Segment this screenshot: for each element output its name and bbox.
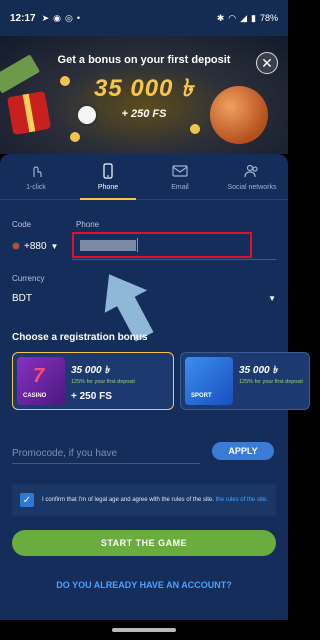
telegram-icon: ➤ — [41, 12, 50, 23]
instagram-icon: ◎ — [64, 12, 73, 23]
dot-icon: • — [76, 12, 80, 23]
system-nav-bar — [0, 620, 288, 640]
currency-label: Currency — [12, 274, 45, 283]
wifi-icon: ◠ — [228, 12, 237, 23]
bonus-section-title: Choose a registration bonus — [12, 332, 148, 343]
battery-percent: 78% — [259, 13, 278, 23]
currency-select[interactable]: BDT ▼ — [12, 290, 276, 306]
bonus-amount: 35 000 ৳ — [71, 365, 110, 376]
phone-input[interactable] — [72, 232, 252, 258]
agreement-text: I confirm that I'm of legal age and agre… — [42, 496, 268, 505]
country-code-value: +880 — [24, 240, 47, 252]
bonus-free-spins: + 250 FS — [71, 391, 112, 402]
tab-label: 1-click — [26, 183, 46, 191]
notification-icons: ➤ ◉ ◎ • — [42, 13, 80, 24]
status-time: 12:17 — [10, 12, 36, 24]
battery-icon: ▮ — [251, 12, 256, 23]
bluetooth-icon: ✱ — [216, 12, 225, 23]
bonus-amount: 35 000 ৳ — [239, 365, 278, 376]
thumb-label: SPORT — [191, 393, 212, 399]
signal-icon: ◢ — [240, 12, 248, 23]
agreement-box: ✓ I confirm that I'm of legal age and ag… — [12, 484, 276, 516]
coin-illustration — [190, 124, 200, 134]
banner-free-spins: + 250 FS — [121, 108, 167, 120]
registration-tabs: 1-click Phone Email Social networks — [0, 154, 288, 200]
status-bar: 12:17 ➤ ◉ ◎ • ✱ ◠ ◢ ▮ 78% — [0, 0, 288, 36]
rules-link[interactable]: the rules of the site. — [216, 497, 268, 503]
close-button[interactable]: ✕ — [256, 52, 278, 74]
phone-label: Phone — [76, 220, 100, 229]
chevron-down-icon: ▼ — [50, 241, 59, 251]
coin-illustration — [70, 132, 80, 142]
bonus-description: 125% for your first deposit — [71, 379, 135, 385]
bonus-banner: Get a bonus on your first deposit 35 000… — [0, 36, 288, 154]
existing-account-link[interactable]: DO YOU ALREADY HAVE AN ACCOUNT? — [0, 580, 288, 590]
bonus-description: 125% for your first deposit — [239, 379, 303, 385]
banner-title: Get a bonus on your first deposit — [57, 54, 231, 66]
code-label: Code — [12, 220, 32, 229]
people-icon — [244, 163, 260, 181]
tab-label: Phone — [97, 183, 119, 191]
currency-value: BDT — [12, 292, 32, 304]
banner-amount: 35 000 ৳ — [93, 75, 195, 102]
bonus-card-sport[interactable]: SPORT 35 000 ৳ 125% for your first depos… — [180, 352, 310, 410]
chevron-down-icon: ▼ — [268, 293, 276, 303]
email-icon — [172, 163, 188, 181]
tab-label: Email — [171, 183, 189, 191]
viber-icon: ◉ — [53, 12, 61, 23]
tab-email[interactable]: Email — [144, 154, 216, 199]
checkmark-icon: ✓ — [22, 494, 32, 506]
tab-1-click[interactable]: 1-click — [0, 154, 72, 199]
tab-phone[interactable]: Phone — [72, 154, 144, 200]
phone-icon — [100, 162, 116, 181]
tab-label: Social networks — [227, 183, 277, 191]
agreement-statement: I confirm that I'm of legal age and agre… — [42, 496, 216, 503]
country-code-select[interactable]: +880 ▼ — [12, 236, 64, 256]
thumb-label: CASINO — [23, 393, 47, 399]
agreement-checkbox[interactable]: ✓ — [20, 493, 34, 507]
registration-panel: 1-click Phone Email Social networks Code… — [0, 154, 310, 640]
phone-masked-value — [80, 239, 136, 251]
promocode-input[interactable] — [12, 444, 200, 464]
apply-button[interactable]: APPLY — [212, 442, 274, 460]
bonus-card-casino[interactable]: 7 CASINO 35 000 ৳ 125% for your first de… — [12, 352, 174, 410]
tab-social-networks[interactable]: Social networks — [216, 154, 288, 199]
text-cursor — [137, 238, 138, 252]
tap-icon — [28, 163, 44, 181]
start-game-button[interactable]: START THE GAME — [12, 530, 276, 556]
system-icons: ✱ ◠ ◢ ▮ 78% — [217, 13, 278, 24]
home-gesture-pill[interactable] — [112, 628, 176, 632]
bangladesh-flag-icon — [12, 242, 20, 250]
sport-thumbnail: SPORT — [185, 357, 233, 405]
close-icon: ✕ — [261, 54, 273, 71]
casino-thumbnail: 7 CASINO — [17, 357, 65, 405]
seven-icon: 7 — [33, 365, 45, 387]
